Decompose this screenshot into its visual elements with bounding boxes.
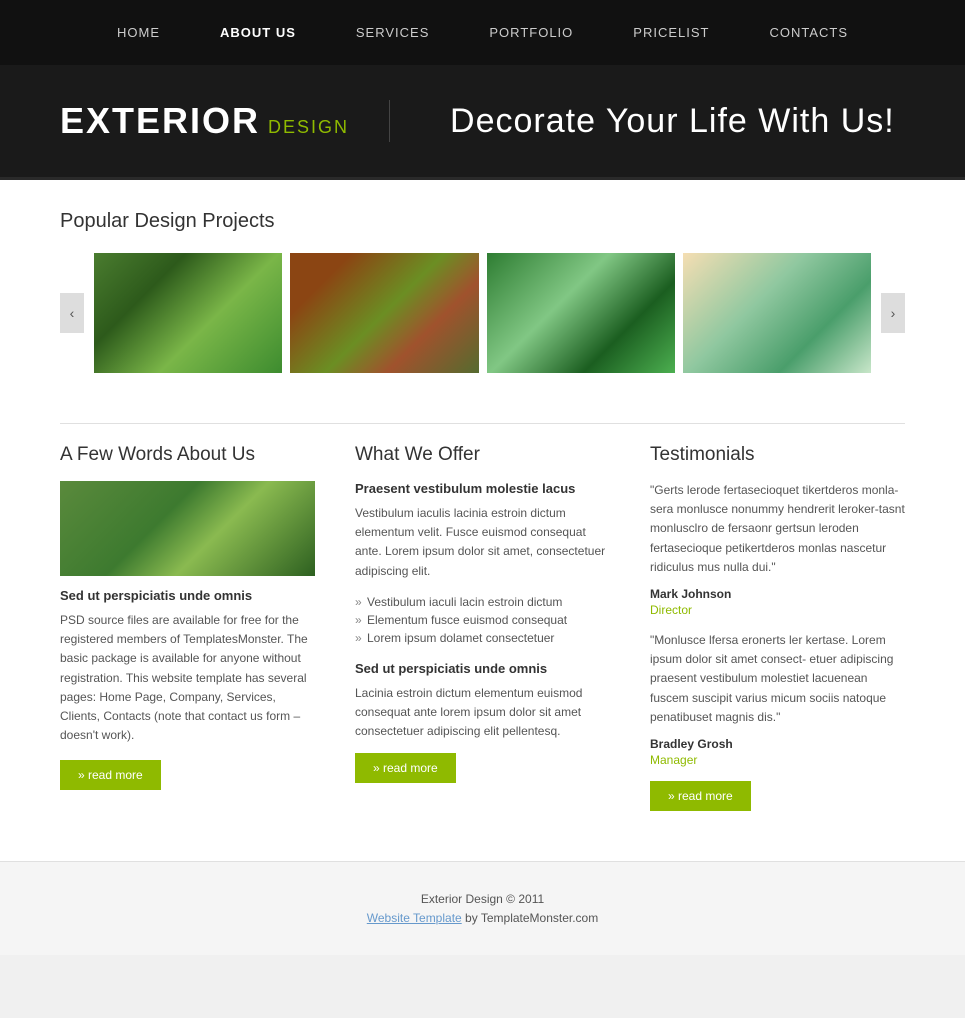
- garden-image-4: [683, 253, 871, 373]
- nav-home[interactable]: HOME: [117, 25, 160, 40]
- carousel-item-2: [290, 253, 478, 373]
- garden-image-2: [290, 253, 478, 373]
- offer-text-2: Lacinia estroin dictum elementum euismod…: [355, 684, 610, 742]
- offer-text-1: Vestibulum iaculis lacinia estroin dictu…: [355, 504, 610, 581]
- about-text: PSD source files are available for free …: [60, 611, 315, 745]
- carousel-item-1: [94, 253, 282, 373]
- offer-title: What We Offer: [355, 444, 610, 466]
- footer-website-template-link[interactable]: Website Template: [367, 911, 462, 925]
- nav-portfolio[interactable]: PORTFOLIO: [489, 25, 573, 40]
- offer-list-item-2: Elementum fusce euismod consequat: [355, 611, 610, 629]
- footer-copyright: Exterior Design © 2011: [30, 892, 935, 906]
- carousel: ‹ ›: [60, 253, 905, 373]
- about-subtitle: Sed ut perspiciatis unde omnis: [60, 588, 315, 603]
- hero-section: EXTERIOR DESIGN Decorate Your Life With …: [0, 65, 965, 180]
- offer-subtitle-1: Praesent vestibulum molestie lacus: [355, 481, 610, 496]
- offer-list-item-1: Vestibulum iaculi lacin estroin dictum: [355, 593, 610, 611]
- testimonial-quote-2: "Monlusce lfersa eronerts ler kertase. L…: [650, 631, 905, 727]
- carousel-prev[interactable]: ‹: [60, 293, 84, 333]
- nav-pricelist[interactable]: PRICELIST: [633, 25, 709, 40]
- carousel-track: [84, 253, 881, 373]
- carousel-item-3: [487, 253, 675, 373]
- testimonial-quote-1: "Gerts lerode fertasecioquet tikertderos…: [650, 481, 905, 577]
- section-divider: [60, 423, 905, 424]
- projects-title: Popular Design Projects: [60, 210, 905, 233]
- testimonials-title: Testimonials: [650, 444, 905, 466]
- brand-sub: DESIGN: [268, 117, 349, 138]
- main-content: Popular Design Projects ‹ › A Few Words …: [0, 180, 965, 861]
- navigation: HOME ABOUT US SERVICES PORTFOLIO PRICELI…: [0, 0, 965, 65]
- about-column: A Few Words About Us Sed ut perspiciatis…: [60, 444, 315, 811]
- three-columns: A Few Words About Us Sed ut perspiciatis…: [60, 444, 905, 811]
- offer-column: What We Offer Praesent vestibulum molest…: [355, 444, 610, 811]
- offer-list-item-3: Lorem ipsum dolamet consectetuer: [355, 629, 610, 647]
- nav-about[interactable]: ABOUT US: [220, 25, 296, 40]
- testimonials-read-more[interactable]: » read more: [650, 781, 751, 811]
- testimonials-column: Testimonials "Gerts lerode fertasecioque…: [650, 444, 905, 811]
- footer-suffix: by TemplateMonster.com: [462, 911, 599, 925]
- offer-subtitle-2: Sed ut perspiciatis unde omnis: [355, 661, 610, 676]
- footer-template-link: Website Template by TemplateMonster.com: [30, 911, 935, 925]
- testimonial-role-2: Manager: [650, 753, 905, 767]
- hero-tagline: Decorate Your Life With Us!: [450, 102, 895, 141]
- testimonial-role-1: Director: [650, 603, 905, 617]
- carousel-next[interactable]: ›: [881, 293, 905, 333]
- testimonial-name-2: Bradley Grosh: [650, 737, 905, 751]
- offer-list: Vestibulum iaculi lacin estroin dictum E…: [355, 593, 610, 647]
- about-title: A Few Words About Us: [60, 444, 315, 466]
- nav-services[interactable]: SERVICES: [356, 25, 430, 40]
- about-image: [60, 481, 315, 576]
- about-read-more[interactable]: » read more: [60, 760, 161, 790]
- carousel-item-4: [683, 253, 871, 373]
- footer: Exterior Design © 2011 Website Template …: [0, 861, 965, 955]
- brand-main: EXTERIOR: [60, 100, 260, 142]
- testimonial-name-1: Mark Johnson: [650, 587, 905, 601]
- garden-image-1: [94, 253, 282, 373]
- garden-image-3: [487, 253, 675, 373]
- hero-brand: EXTERIOR DESIGN: [60, 100, 390, 142]
- offer-read-more[interactable]: » read more: [355, 753, 456, 783]
- nav-contacts[interactable]: CONTACTS: [769, 25, 848, 40]
